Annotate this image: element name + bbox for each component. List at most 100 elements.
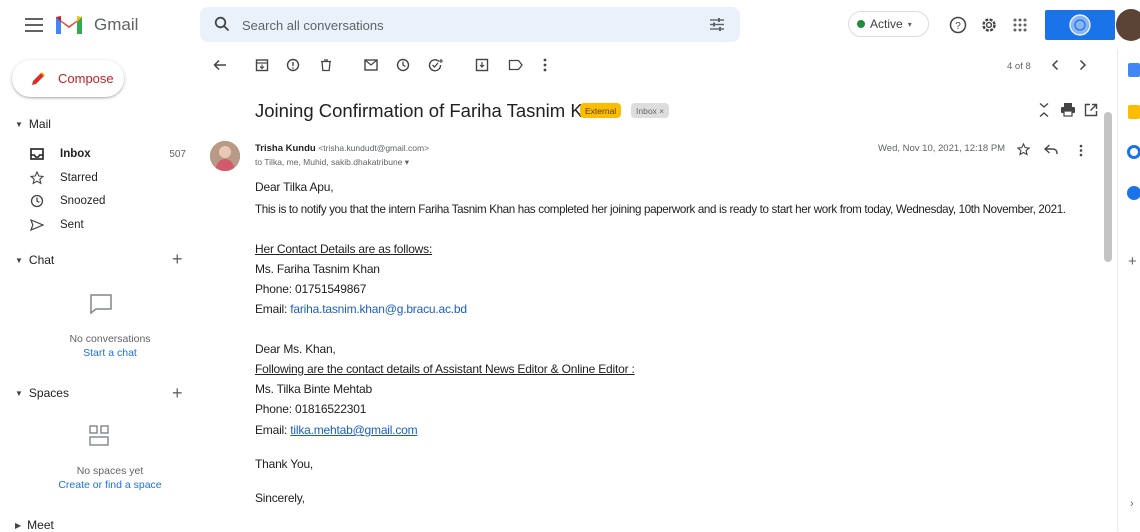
newer-chevron-icon[interactable]: [1045, 55, 1065, 75]
keep-icon[interactable]: [1128, 105, 1140, 119]
mail-section-label: Mail: [28, 117, 51, 131]
sender-avatar[interactable]: [210, 141, 240, 171]
sender-line: Trisha Kundu <trisha.kundudt@gmail.com>: [255, 143, 429, 154]
sidebar-item-snoozed[interactable]: Snoozed: [28, 191, 188, 211]
calendar-icon[interactable]: [1128, 63, 1140, 77]
expand-caret-icon: ▶: [15, 520, 22, 530]
gmail-logo[interactable]: [54, 12, 84, 36]
sidebar-item-label: Starred: [60, 172, 98, 184]
spaces-empty-text: No spaces yet: [76, 465, 144, 477]
sidebar-item-inbox[interactable]: Inbox 507: [28, 144, 188, 164]
recipients[interactable]: to Tilka, me, Muhid, sakib.dhakatribune …: [255, 157, 409, 168]
body-greeting: Dear Tilka Apu,: [255, 180, 334, 194]
open-in-new-window-icon[interactable]: [1084, 103, 1098, 117]
email-label: Email:: [255, 302, 291, 316]
spaces-section-label: Spaces: [28, 386, 69, 400]
contact-phone-2: Phone: 01816522301: [255, 402, 367, 416]
inbox-label-chip[interactable]: Inbox ×: [631, 103, 670, 118]
more-vertical-icon[interactable]: [1079, 144, 1083, 157]
delete-icon[interactable]: [316, 55, 336, 75]
contact-phone: Phone: 01751549867: [255, 282, 367, 296]
contacts-icon[interactable]: [1127, 186, 1140, 200]
chevron-down-icon: ▾: [907, 19, 912, 29]
message-date: Wed, Nov 10, 2021, 12:18 PM: [878, 143, 1006, 154]
email-link[interactable]: fariha.tasnim.khan@g.bracu.ac.bd: [290, 302, 467, 316]
status-selector[interactable]: Active ▾: [848, 11, 929, 37]
body-greeting-2: Dear Ms. Khan,: [255, 342, 336, 356]
contact-name-2: Ms. Tilka Binte Mehtab: [255, 382, 372, 396]
contact-email-line: Email: fariha.tasnim.khan@g.bracu.ac.bd: [255, 302, 467, 316]
unread-count: 507: [169, 148, 186, 160]
spaces-icon: [88, 424, 110, 448]
search-input[interactable]: Search all conversations: [242, 18, 384, 33]
chat-bubble-icon: [89, 293, 113, 315]
tasks-icon[interactable]: [1127, 145, 1140, 159]
collapse-caret-icon: ▼: [15, 388, 23, 398]
snooze-icon[interactable]: [393, 55, 413, 75]
compose-button[interactable]: Compose: [12, 60, 124, 97]
new-space-icon[interactable]: +: [172, 384, 183, 402]
more-vertical-icon[interactable]: [535, 55, 555, 75]
print-icon[interactable]: [1060, 102, 1076, 117]
sidebar-item-starred[interactable]: Starred: [28, 168, 188, 188]
compose-label: Compose: [58, 71, 114, 86]
start-chat-link[interactable]: Start a chat: [40, 347, 180, 359]
collapse-caret-icon: ▼: [15, 119, 23, 129]
chat-section-label: Chat: [28, 253, 55, 267]
organization-logo[interactable]: [1045, 10, 1115, 40]
settings-icon[interactable]: [977, 13, 1001, 37]
pencil-icon: [30, 71, 46, 87]
contact-name: Ms. Fariha Tasnim Khan: [255, 262, 380, 276]
chat-section-header[interactable]: ▼ Chat: [15, 253, 54, 267]
menu-icon[interactable]: [22, 13, 46, 37]
new-chat-icon[interactable]: +: [172, 250, 183, 268]
back-arrow-icon[interactable]: [210, 55, 230, 75]
external-badge: External: [580, 103, 622, 118]
scrollbar-thumb[interactable]: [1104, 112, 1112, 262]
body-signoff: Sincerely,: [255, 491, 305, 505]
search-bar[interactable]: Search all conversations: [200, 7, 740, 42]
expand-panel-icon[interactable]: ›: [1130, 498, 1134, 510]
mail-section-header[interactable]: ▼ Mail: [15, 117, 51, 131]
contact-email-line-2: Email: tilka.mehtab@gmail.com: [255, 423, 418, 437]
create-space-link[interactable]: Create or find a space: [40, 479, 180, 491]
sidebar-item-label: Snoozed: [60, 195, 106, 207]
svg-text:?: ?: [955, 21, 961, 32]
star-icon[interactable]: [1017, 143, 1030, 156]
sender-name[interactable]: Trisha Kundu: [255, 143, 316, 154]
sidebar-item-label: Sent: [60, 219, 84, 231]
star-icon: [28, 171, 46, 185]
search-icon[interactable]: [214, 16, 230, 32]
apps-icon[interactable]: [1008, 13, 1032, 37]
collapse-all-icon[interactable]: [1038, 102, 1050, 118]
meet-section-header[interactable]: ▶ Meet: [15, 518, 54, 532]
spaces-section-header[interactable]: ▼ Spaces: [15, 386, 69, 400]
label-icon[interactable]: [505, 55, 525, 75]
report-spam-icon[interactable]: [283, 55, 303, 75]
mark-unread-icon[interactable]: [361, 55, 381, 75]
help-icon[interactable]: ?: [946, 13, 970, 37]
older-chevron-icon[interactable]: [1073, 55, 1093, 75]
account-avatar[interactable]: [1116, 9, 1140, 41]
add-task-icon[interactable]: [425, 55, 445, 75]
contact-heading-2: Following are the contact details of Ass…: [255, 362, 635, 376]
sender-email: <trisha.kundudt@gmail.com>: [318, 143, 430, 153]
archive-icon[interactable]: [252, 55, 272, 75]
status-dot: [857, 20, 865, 28]
app-name: Gmail: [94, 15, 139, 34]
meet-section-label: Meet: [27, 518, 54, 532]
sidebar-item-sent[interactable]: Sent: [28, 215, 188, 235]
email-label: Email:: [255, 423, 291, 437]
collapse-caret-icon: ▼: [15, 255, 23, 265]
contact-heading: Her Contact Details are as follows:: [255, 242, 433, 256]
chat-empty-text: No conversations: [69, 333, 151, 345]
spaces-empty-state: No spaces yet Create or find a space: [40, 465, 180, 491]
add-addon-icon[interactable]: +: [1128, 253, 1137, 270]
move-to-icon[interactable]: [472, 55, 492, 75]
status-label: Active: [870, 17, 903, 31]
filter-icon[interactable]: [709, 17, 725, 32]
reply-icon[interactable]: [1044, 144, 1058, 155]
email-link[interactable]: tilka.mehtab@gmail.com: [290, 423, 417, 437]
body-thanks: Thank You,: [255, 457, 314, 471]
inbox-icon: [28, 148, 46, 160]
